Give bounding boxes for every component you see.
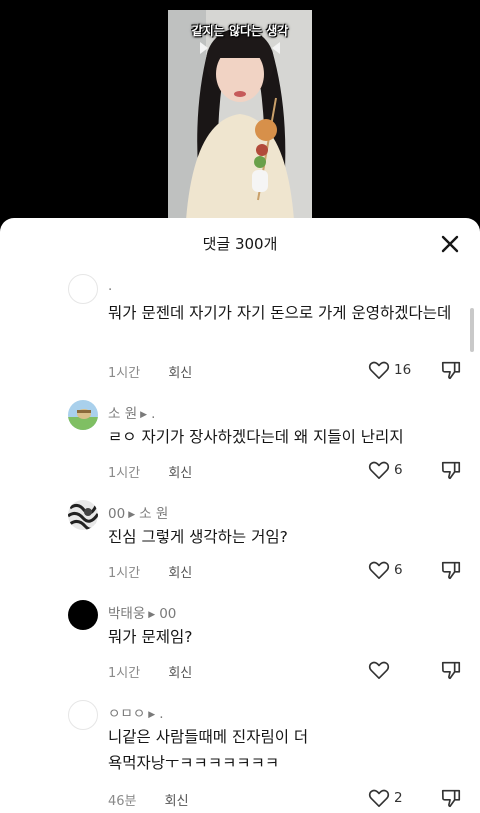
- avatar[interactable]: [68, 500, 98, 530]
- dislike-icon[interactable]: [440, 459, 462, 481]
- comment-meta: 1시간 회신: [108, 662, 192, 681]
- reply-button[interactable]: 회신: [168, 666, 192, 681]
- avatar[interactable]: [68, 400, 98, 430]
- like-button[interactable]: 16: [368, 358, 411, 382]
- comment-meta: 46분 회신: [108, 790, 189, 809]
- reply-arrow-icon: ▶: [148, 710, 156, 720]
- reply-button[interactable]: 회신: [168, 566, 192, 581]
- reply-to-user: 소 원: [139, 506, 169, 522]
- like-button[interactable]: 6: [368, 558, 403, 582]
- comment-username[interactable]: 박태웅 ▶ 00: [108, 602, 176, 622]
- comment-time: 1시간: [108, 666, 141, 681]
- close-icon[interactable]: [438, 232, 462, 256]
- video-caption: 같지는 않다는 생각: [191, 24, 289, 38]
- comment-username[interactable]: .: [108, 278, 112, 294]
- comment-meta: 1시간 회신: [108, 562, 192, 581]
- reply-to-user: 00: [159, 606, 177, 622]
- comment-username[interactable]: ㅇㅁㅇ ▶.: [108, 702, 163, 722]
- video-frame[interactable]: 같지는 않다는 생각: [168, 10, 312, 220]
- avatar-image: [68, 500, 98, 530]
- comment-username[interactable]: 소 원 ▶.: [108, 402, 155, 422]
- comment-time: 1시간: [108, 466, 141, 481]
- scrollbar[interactable]: [470, 308, 474, 352]
- comment-meta: 1시간 회신: [108, 462, 192, 481]
- heart-icon: [368, 361, 390, 379]
- comments-count-title: 댓글 300개: [202, 235, 278, 253]
- reply-arrow-icon: ▶: [140, 410, 148, 420]
- reply-button[interactable]: 회신: [168, 466, 192, 481]
- like-count: 2: [394, 790, 403, 806]
- reply-button[interactable]: 회신: [165, 794, 189, 809]
- heart-icon: [368, 661, 390, 679]
- heart-icon: [368, 561, 390, 579]
- dislike-icon[interactable]: [440, 787, 462, 809]
- comment-time: 1시간: [108, 566, 141, 581]
- comment-text: ㄹㅇ 자기가 장사하겠다는데 왜 지들이 난리지: [108, 428, 404, 446]
- reply-arrow-icon: ▶: [148, 610, 156, 620]
- like-button[interactable]: [368, 658, 394, 682]
- comment-username[interactable]: 00 ▶ 소 원: [108, 502, 168, 522]
- comment-time: 1시간: [108, 366, 141, 381]
- dislike-icon[interactable]: [440, 559, 462, 581]
- like-button[interactable]: 6: [368, 458, 403, 482]
- comments-sheet: 댓글 300개 . 뭐가 문젠데 자기가 자기 돈으로 가게 운영하겠다는데 1…: [0, 218, 480, 813]
- comment-text: 뭐가 문제임?: [108, 628, 193, 646]
- comment-meta: 1시간 회신: [108, 362, 192, 381]
- like-count: 6: [394, 562, 403, 578]
- heart-icon: [368, 789, 390, 807]
- avatar[interactable]: [68, 600, 98, 630]
- dislike-icon[interactable]: [440, 659, 462, 681]
- comment-text: 진심 그렇게 생각하는 거임?: [108, 528, 288, 546]
- reply-to-user: .: [151, 406, 156, 422]
- reply-arrow-icon: ▶: [128, 510, 136, 520]
- reply-to-user: .: [159, 706, 164, 722]
- comment-text: 니같은 사람들때메 진자림이 더 욕먹자낭ㅜㅋㅋㅋㅋㅋㅋㅋ: [108, 728, 309, 772]
- heart-icon: [368, 461, 390, 479]
- video-player[interactable]: 같지는 않다는 생각: [0, 0, 480, 230]
- reply-button[interactable]: 회신: [168, 366, 192, 381]
- like-button[interactable]: 2: [368, 786, 403, 810]
- avatar[interactable]: [68, 700, 98, 730]
- video-thumbnail: [168, 10, 312, 220]
- avatar-image: [68, 400, 98, 430]
- like-count: 16: [394, 362, 412, 378]
- like-count: 6: [394, 462, 403, 478]
- comment-time: 46분: [108, 794, 137, 809]
- dislike-icon[interactable]: [440, 359, 462, 381]
- comment-text: 뭐가 문젠데 자기가 자기 돈으로 가게 운영하겠다는데: [108, 304, 452, 322]
- avatar[interactable]: [68, 274, 98, 304]
